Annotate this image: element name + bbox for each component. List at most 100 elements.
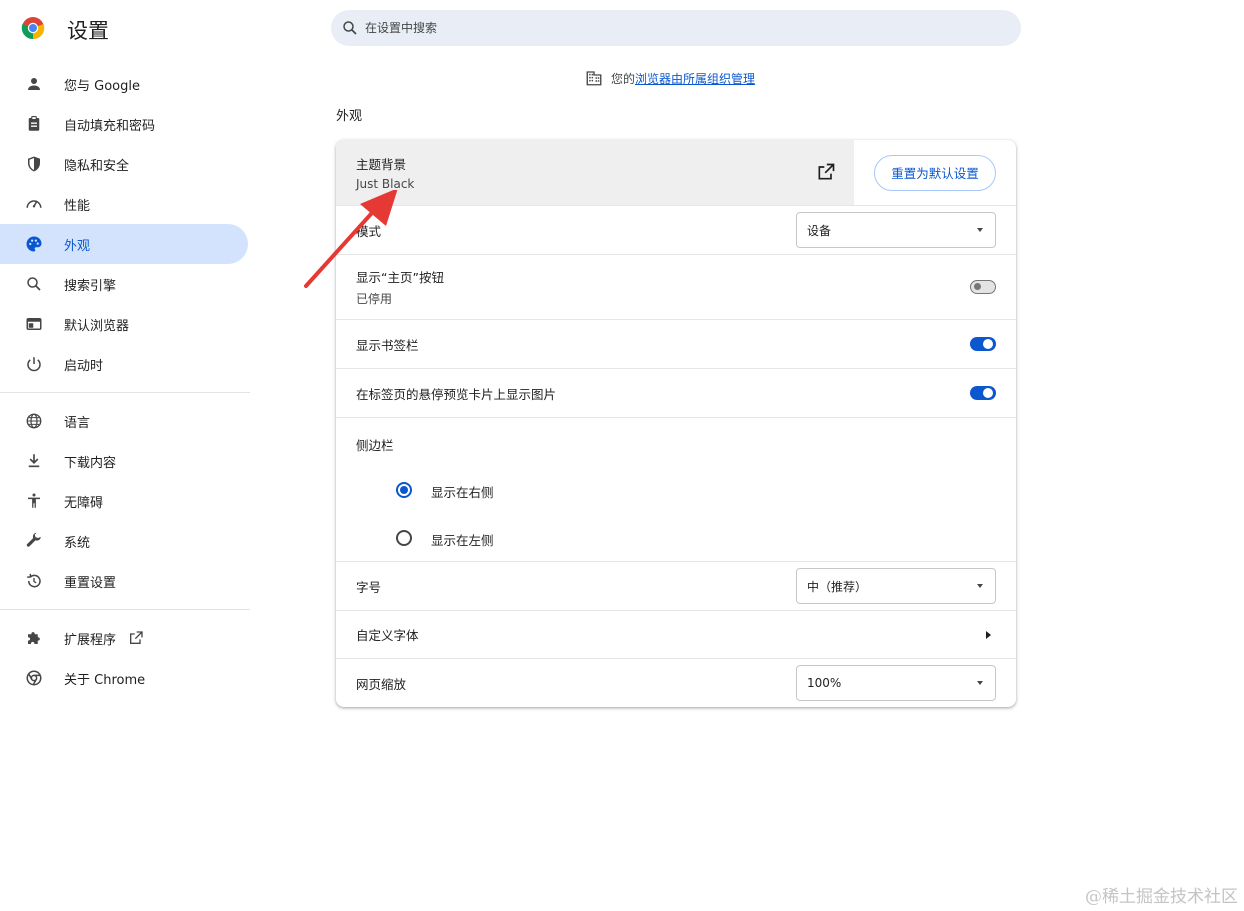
section-title: 外观 <box>336 109 363 124</box>
side-panel-right-label[interactable]: 显示在右侧 <box>431 482 494 501</box>
globe-icon <box>24 411 44 431</box>
sidebar-item-label: 语言 <box>64 415 91 431</box>
managed-prefix: 您的 <box>611 71 636 86</box>
font-size-label: 字号 <box>356 579 382 595</box>
building-icon <box>586 71 602 86</box>
sidebar-item-label: 隐私和安全 <box>64 158 130 174</box>
open-in-new-icon[interactable] <box>816 162 836 182</box>
sidebar-item-system[interactable]: 系统 <box>0 521 248 561</box>
hover-card-toggle[interactable] <box>970 386 996 400</box>
sidebar-item-label: 关于 Chrome <box>64 672 146 688</box>
home-button-label: 显示“主页”按钮 <box>356 270 444 285</box>
appearance-card: 主题背景 Just Black 重置为默认设置 模式 设备 显示“主页”按钮 已… <box>336 140 1016 707</box>
font-size-select-value: 中（推荐） <box>807 579 868 594</box>
speedometer-icon <box>24 194 44 214</box>
shield-icon <box>24 154 44 174</box>
font-size-row: 字号 中（推荐） <box>336 561 1016 610</box>
sidebar-item-label: 搜索引擎 <box>64 278 117 294</box>
dropdown-caret-icon <box>977 681 983 685</box>
bookmarks-bar-row[interactable]: 显示书签栏 <box>336 319 1016 368</box>
sidebar-item-search-engine[interactable]: 搜索引擎 <box>0 264 248 304</box>
side-panel-left-radio[interactable] <box>396 530 412 546</box>
mode-select[interactable]: 设备 <box>796 212 996 248</box>
sidebar-item-reset[interactable]: 重置设置 <box>0 561 248 601</box>
sidebar-divider <box>0 609 250 610</box>
home-button-sub: 已停用 <box>356 292 393 306</box>
font-size-select[interactable]: 中（推荐） <box>796 568 996 604</box>
sidebar-item-label: 系统 <box>64 535 91 551</box>
sidebar-item-label: 无障碍 <box>64 495 104 511</box>
theme-reset-area: 重置为默认设置 <box>854 140 1016 205</box>
sidebar-item-accessibility[interactable]: 无障碍 <box>0 481 248 521</box>
hover-card-row[interactable]: 在标签页的悬停预览卡片上显示图片 <box>336 368 1016 417</box>
theme-label: 主题背景 <box>356 157 407 172</box>
power-icon <box>24 354 44 374</box>
sidebar-item-extensions[interactable]: 扩展程序 <box>0 618 248 658</box>
sidebar-item-label: 外观 <box>64 238 91 254</box>
custom-fonts-row[interactable]: 自定义字体 <box>336 610 1016 658</box>
sidebar-item-privacy[interactable]: 隐私和安全 <box>0 144 248 184</box>
accessibility-icon <box>24 491 44 511</box>
download-icon <box>24 451 44 471</box>
puzzle-icon <box>24 628 44 648</box>
sidebar-item-label: 重置设置 <box>64 575 117 591</box>
sidebar-item-label: 自动填充和密码 <box>64 118 156 134</box>
toggle-knob <box>983 339 993 349</box>
search-input[interactable] <box>365 21 965 35</box>
toggle-knob <box>974 283 981 290</box>
sidebar-item-appearance[interactable]: 外观 <box>0 224 248 264</box>
sidebar-item-default-browser[interactable]: 默认浏览器 <box>0 304 248 344</box>
sidebar-divider <box>0 392 250 393</box>
chevron-right-icon <box>986 631 991 639</box>
sidebar-item-you-and-google[interactable]: 您与 Google <box>0 64 248 104</box>
dropdown-caret-icon <box>977 584 983 588</box>
mode-select-value: 设备 <box>807 223 832 238</box>
home-button-row[interactable]: 显示“主页”按钮 已停用 <box>336 254 1016 319</box>
search-icon <box>24 274 44 294</box>
sidebar-item-label: 下载内容 <box>64 455 117 471</box>
chrome-icon <box>24 668 44 688</box>
sidebar-item-about-chrome[interactable]: 关于 Chrome <box>0 658 248 698</box>
sidebar-item-on-startup[interactable]: 启动时 <box>0 344 248 384</box>
page-zoom-select[interactable]: 100% <box>796 665 996 701</box>
sidebar: 您与 Google 自动填充和密码 隐私和安全 性能 外观 搜索引擎 默认浏览器… <box>0 64 250 698</box>
bookmarks-bar-label: 显示书签栏 <box>356 337 419 353</box>
toggle-knob <box>983 388 993 398</box>
sidebar-item-performance[interactable]: 性能 <box>0 184 248 224</box>
managed-link[interactable]: 浏览器由所属组织管理 <box>635 70 755 87</box>
theme-value: Just Black <box>356 177 415 191</box>
theme-row[interactable]: 主题背景 Just Black <box>336 140 854 205</box>
home-button-toggle[interactable] <box>970 280 996 294</box>
bookmarks-bar-toggle[interactable] <box>970 337 996 351</box>
history-icon <box>24 571 44 591</box>
clipboard-icon <box>24 114 44 134</box>
person-icon <box>24 74 44 94</box>
wrench-icon <box>24 531 44 551</box>
sidebar-item-languages[interactable]: 语言 <box>0 401 248 441</box>
page-zoom-label: 网页缩放 <box>356 676 407 692</box>
dropdown-caret-icon <box>977 228 983 232</box>
sidebar-item-autofill[interactable]: 自动填充和密码 <box>0 104 248 144</box>
hover-card-label: 在标签页的悬停预览卡片上显示图片 <box>356 386 557 402</box>
page-zoom-select-value: 100% <box>807 676 842 690</box>
palette-icon <box>24 234 44 254</box>
side-panel-left-label[interactable]: 显示在左侧 <box>431 530 494 549</box>
side-panel-right-radio[interactable] <box>396 482 412 498</box>
watermark: @稀土掘金技术社区 <box>1085 887 1238 907</box>
sidebar-item-label: 您与 Google <box>64 78 140 94</box>
search-icon <box>343 21 357 35</box>
custom-fonts-label: 自定义字体 <box>356 628 419 643</box>
open-in-new-icon <box>130 631 143 644</box>
managed-notice: 您的 浏览器由所属组织管理 <box>585 69 755 87</box>
chrome-logo-icon <box>21 17 45 40</box>
side-panel-row: 侧边栏 显示在右侧 显示在左侧 <box>336 417 1016 561</box>
mode-label: 模式 <box>356 223 382 239</box>
mode-row: 模式 设备 <box>336 205 1016 254</box>
settings-search[interactable] <box>331 10 1021 46</box>
reset-theme-button[interactable]: 重置为默认设置 <box>874 154 996 191</box>
page-zoom-row: 网页缩放 100% <box>336 658 1016 707</box>
sidebar-item-label: 默认浏览器 <box>64 318 130 334</box>
sidebar-item-label: 扩展程序 <box>64 632 117 648</box>
sidebar-item-downloads[interactable]: 下载内容 <box>0 441 248 481</box>
sidebar-item-label: 性能 <box>64 198 91 214</box>
